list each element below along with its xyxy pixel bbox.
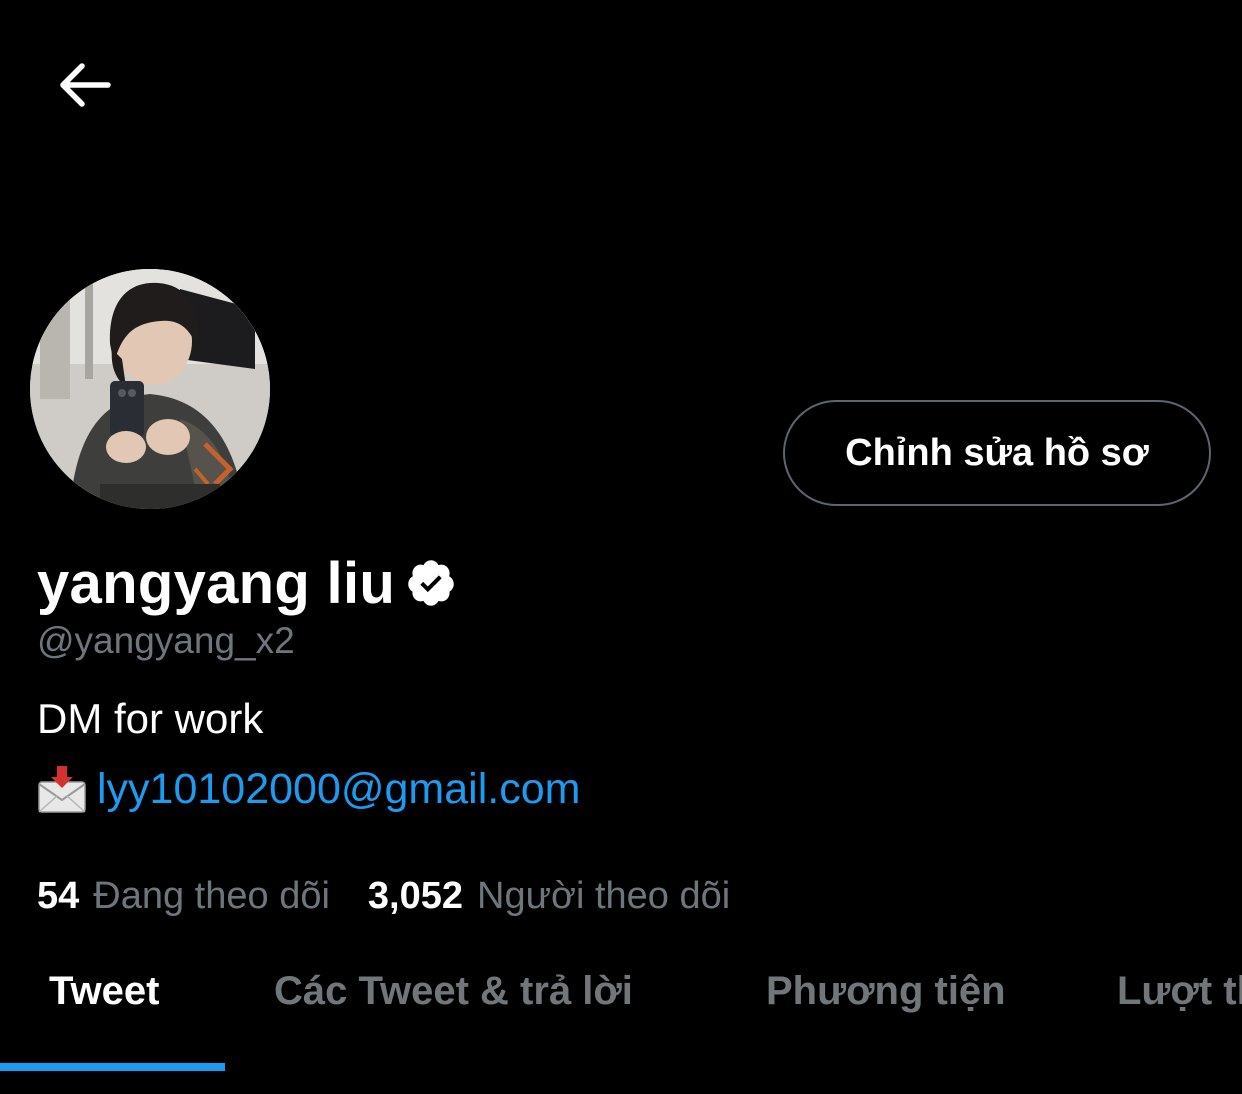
- active-tab-indicator: [0, 1063, 225, 1071]
- display-name: yangyang liu: [37, 550, 396, 616]
- email-link[interactable]: lyy10102000@gmail.com: [97, 765, 580, 814]
- profile-name-row: yangyang liu: [37, 548, 457, 618]
- follow-stats: 54 Đang theo dõi 3,052 Người theo dõi: [37, 875, 730, 918]
- inbox-tray-envelope-icon: [38, 765, 86, 813]
- profile-photo: [30, 269, 270, 509]
- tab-tweets[interactable]: Tweet: [49, 969, 159, 1014]
- verified-badge-icon: [408, 560, 454, 606]
- followers-stat[interactable]: 3,052 Người theo dõi: [368, 875, 730, 918]
- avatar[interactable]: [30, 269, 270, 509]
- back-button[interactable]: [50, 50, 120, 120]
- arrow-left-icon: [60, 63, 111, 107]
- tab-tweets-and-replies[interactable]: Các Tweet & trả lời: [274, 969, 633, 1014]
- edit-profile-button[interactable]: Chỉnh sửa hồ sơ: [783, 400, 1211, 506]
- bio-email-row: lyy10102000@gmail.com: [37, 765, 580, 814]
- bio-text: DM for work: [37, 695, 264, 742]
- following-label: Đang theo dõi: [93, 875, 330, 917]
- following-stat[interactable]: 54 Đang theo dõi: [37, 875, 330, 918]
- profile-tabs: Tweet Các Tweet & trả lời Phương tiện Lư…: [0, 955, 1242, 1094]
- tab-likes[interactable]: Lượt thích: [1117, 969, 1242, 1014]
- followers-label: Người theo dõi: [477, 875, 731, 917]
- user-handle: @yangyang_x2: [37, 620, 295, 661]
- tab-media[interactable]: Phương tiện: [766, 969, 1006, 1014]
- following-count: 54: [37, 875, 80, 917]
- followers-count: 3,052: [367, 875, 464, 917]
